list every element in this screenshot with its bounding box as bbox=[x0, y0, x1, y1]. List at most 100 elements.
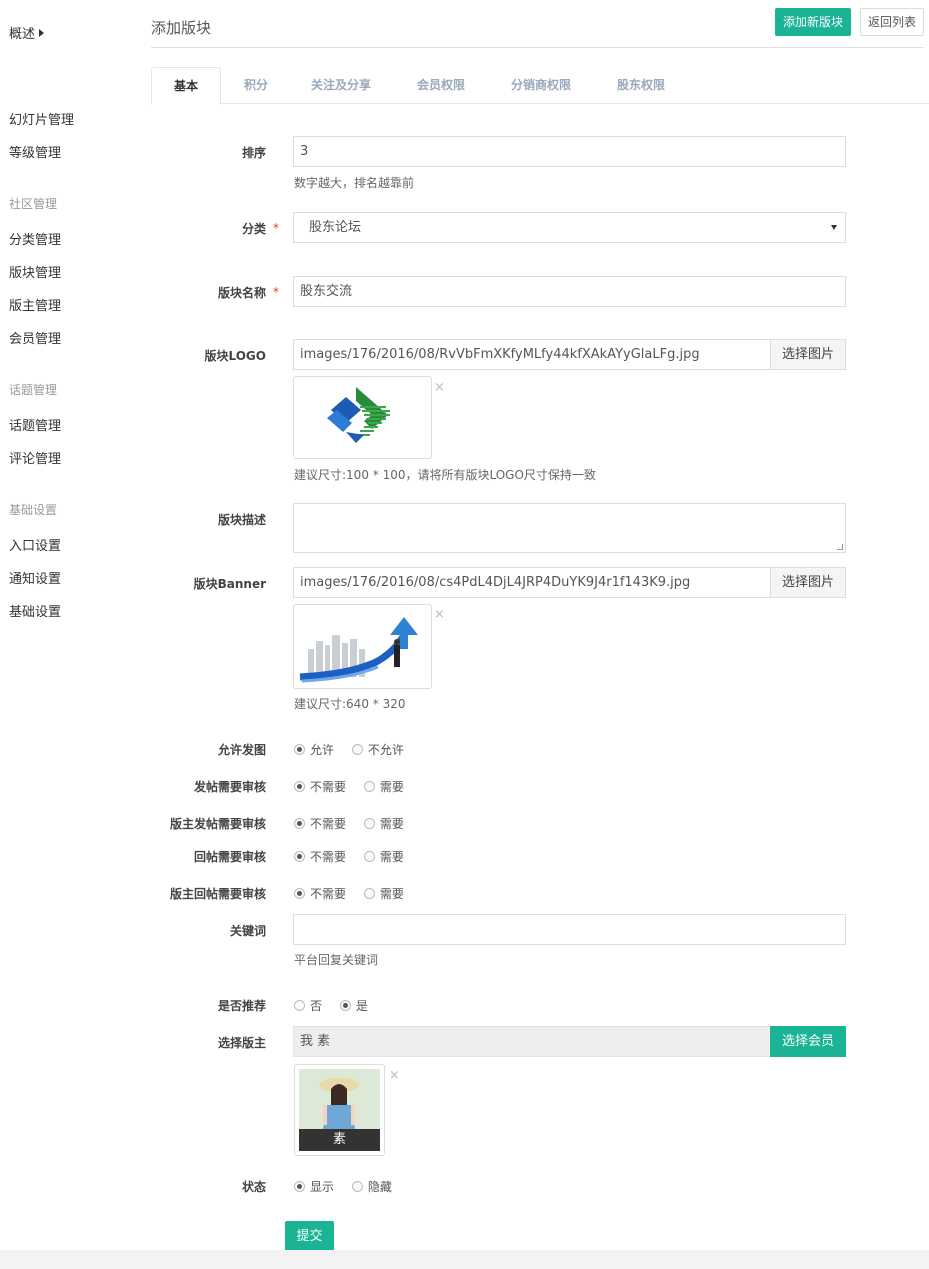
post-review-label: 发帖需要审核 bbox=[193, 780, 266, 794]
category-select[interactable]: 股东论坛 bbox=[293, 212, 846, 243]
recommend-yes[interactable]: 是 bbox=[339, 997, 368, 1014]
sidebar-item-moderators[interactable]: 版主管理 bbox=[9, 295, 61, 314]
remove-moderator-icon[interactable]: × bbox=[389, 1068, 400, 1083]
back-to-list-button[interactable]: 返回列表 bbox=[860, 8, 924, 36]
sidebar-item-boards[interactable]: 版块管理 bbox=[9, 262, 61, 281]
radio-unchecked-icon bbox=[363, 781, 375, 792]
sidebar-item-topics[interactable]: 话题管理 bbox=[9, 415, 61, 434]
submit-button[interactable]: 提交 bbox=[285, 1221, 334, 1252]
sidebar-item-slides[interactable]: 幻灯片管理 bbox=[9, 109, 74, 128]
sidebar-item-basic-settings[interactable]: 基础设置 bbox=[9, 601, 61, 620]
radio-option-label: 需要 bbox=[379, 887, 404, 901]
header-divider bbox=[151, 47, 924, 48]
radio-option-label: 显示 bbox=[310, 1180, 335, 1194]
moderator-label: 选择版主 bbox=[217, 1036, 266, 1050]
radio-checked-icon bbox=[294, 1181, 305, 1192]
moderator-avatar-card: 素 bbox=[294, 1064, 385, 1156]
avatar-caption: 素 bbox=[299, 1129, 380, 1151]
post-review-no[interactable]: 不需要 bbox=[294, 778, 346, 795]
radio-option-label: 不需要 bbox=[310, 817, 347, 831]
radio-option-label: 否 bbox=[310, 999, 323, 1013]
keywords-input[interactable] bbox=[293, 914, 846, 945]
allow-image-radio-group: 允许 不允许 bbox=[294, 741, 418, 758]
status-hide[interactable]: 隐藏 bbox=[351, 1178, 392, 1195]
resize-handle-icon[interactable] bbox=[837, 544, 843, 550]
radio-option-label: 需要 bbox=[379, 817, 404, 831]
recommend-label: 是否推荐 bbox=[217, 999, 266, 1013]
choose-member-button[interactable]: 选择会员 bbox=[770, 1026, 846, 1057]
keywords-help: 平台回复关键词 bbox=[294, 953, 379, 967]
post-review-yes[interactable]: 需要 bbox=[363, 778, 404, 795]
remove-logo-icon[interactable]: × bbox=[434, 380, 445, 395]
radio-option-label: 不允许 bbox=[367, 743, 404, 757]
mod-post-review-label: 版主发帖需要审核 bbox=[169, 817, 266, 831]
sidebar-item-categories[interactable]: 分类管理 bbox=[9, 229, 61, 248]
sidebar-item-comments[interactable]: 评论管理 bbox=[9, 448, 61, 467]
radio-checked-icon bbox=[339, 1000, 351, 1011]
board-banner-input[interactable]: images/176/2016/08/cs4PdL4DjL4JRP4DuYK9J… bbox=[293, 567, 771, 598]
sidebar-item-levels[interactable]: 等级管理 bbox=[9, 142, 61, 161]
radio-option-label: 需要 bbox=[379, 850, 404, 864]
tab-member-perms[interactable]: 会员权限 bbox=[406, 67, 476, 104]
radio-unchecked-icon bbox=[363, 818, 375, 829]
radio-option-label: 不需要 bbox=[310, 887, 347, 901]
radio-unchecked-icon bbox=[363, 851, 375, 862]
radio-checked-icon bbox=[294, 744, 305, 755]
recommend-radio-group: 否 是 bbox=[294, 997, 382, 1014]
logo-image bbox=[327, 387, 390, 443]
allow-image-label: 允许发图 bbox=[217, 743, 266, 757]
mod-post-review-yes[interactable]: 需要 bbox=[363, 815, 404, 832]
radio-option-label: 需要 bbox=[379, 780, 404, 794]
sidebar-item-entry-settings[interactable]: 入口设置 bbox=[9, 535, 61, 554]
allow-image-yes[interactable]: 允许 bbox=[294, 741, 334, 758]
mod-post-review-no[interactable]: 不需要 bbox=[294, 815, 346, 832]
radio-unchecked-icon bbox=[363, 888, 375, 899]
choose-logo-button[interactable]: 选择图片 bbox=[770, 339, 846, 370]
banner-image bbox=[294, 605, 431, 688]
sidebar-group-settings: 基础设置 bbox=[9, 503, 58, 517]
tab-points[interactable]: 积分 bbox=[231, 67, 281, 104]
remove-banner-icon[interactable]: × bbox=[434, 607, 445, 622]
radio-unchecked-icon bbox=[351, 744, 363, 755]
recommend-no[interactable]: 否 bbox=[294, 997, 322, 1014]
page-title: 添加版块 bbox=[151, 19, 212, 37]
radio-option-label: 是 bbox=[355, 999, 368, 1013]
mod-reply-review-radio-group: 不需要 需要 bbox=[294, 885, 418, 902]
moderator-input[interactable]: 我 素 bbox=[293, 1026, 771, 1057]
radio-option-label: 不需要 bbox=[310, 780, 347, 794]
board-desc-textarea[interactable] bbox=[293, 503, 846, 553]
keywords-label: 关键词 bbox=[229, 924, 266, 938]
sort-label: 排序 bbox=[241, 146, 266, 160]
mod-reply-review-yes[interactable]: 需要 bbox=[363, 885, 404, 902]
board-desc-label: 版块描述 bbox=[217, 513, 266, 527]
tab-basic[interactable]: 基本 bbox=[151, 67, 221, 105]
tab-shareholder-perms[interactable]: 股东权限 bbox=[606, 67, 676, 104]
sidebar-item-notify-settings[interactable]: 通知设置 bbox=[9, 568, 61, 587]
board-logo-input[interactable]: images/176/2016/08/RvVbFmXKfyMLfy44kfXAk… bbox=[293, 339, 771, 370]
status-show[interactable]: 显示 bbox=[294, 1178, 334, 1195]
post-review-radio-group: 不需要 需要 bbox=[294, 778, 418, 795]
status-radio-group: 显示 隐藏 bbox=[294, 1178, 406, 1195]
add-board-button[interactable]: 添加新版块 bbox=[775, 8, 851, 36]
reply-review-no[interactable]: 不需要 bbox=[294, 848, 346, 865]
sort-input[interactable]: 3 bbox=[293, 136, 846, 167]
tab-follow-share[interactable]: 关注及分享 bbox=[296, 67, 386, 104]
allow-image-no[interactable]: 不允许 bbox=[351, 741, 404, 758]
board-name-input[interactable]: 股东交流 bbox=[293, 276, 846, 307]
reply-review-yes[interactable]: 需要 bbox=[363, 848, 404, 865]
tab-distributor-perms[interactable]: 分销商权限 bbox=[496, 67, 586, 104]
radio-option-label: 不需要 bbox=[310, 850, 347, 864]
radio-checked-icon bbox=[294, 851, 305, 862]
mod-reply-review-label: 版主回帖需要审核 bbox=[169, 887, 266, 901]
sidebar-item-members[interactable]: 会员管理 bbox=[9, 328, 61, 347]
sort-help: 数字越大，排名越靠前 bbox=[294, 176, 415, 190]
tab-bar: 基本 积分 关注及分享 会员权限 分销商权限 股东权限 bbox=[151, 67, 929, 105]
banner-preview bbox=[293, 604, 432, 689]
sidebar-overview[interactable]: 概述 bbox=[9, 23, 45, 42]
mod-reply-review-no[interactable]: 不需要 bbox=[294, 885, 346, 902]
choose-banner-button[interactable]: 选择图片 bbox=[770, 567, 846, 598]
caret-right-icon bbox=[39, 29, 45, 37]
radio-checked-icon bbox=[294, 781, 305, 792]
category-label: 分类 bbox=[241, 222, 266, 236]
logo-help: 建议尺寸:100 * 100，请将所有版块LOGO尺寸保持一致 bbox=[294, 468, 596, 482]
